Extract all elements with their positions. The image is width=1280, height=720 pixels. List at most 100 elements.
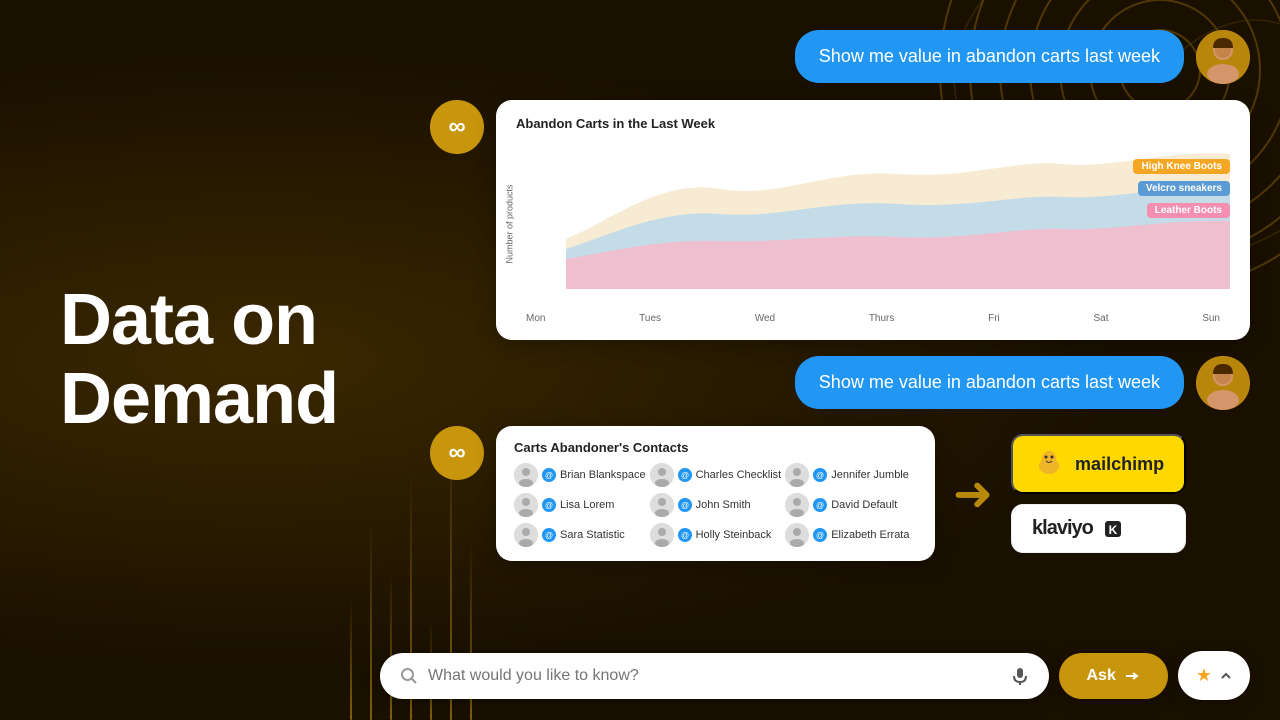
ask-label: Ask — [1087, 667, 1116, 685]
contact-avatar-sara — [514, 523, 538, 547]
mailchimp-label: mailchimp — [1075, 454, 1164, 475]
contact-link-charles: @ — [678, 468, 692, 482]
contact-name-elizabeth: Elizabeth Errata — [831, 529, 909, 541]
chart-response-row: ∞ Abandon Carts in the Last Week Number … — [430, 100, 1250, 340]
contact-avatar-lisa — [514, 493, 538, 517]
x-label-wed: Wed — [755, 313, 775, 324]
mailchimp-button[interactable]: mailchimp — [1011, 434, 1186, 494]
contact-name-lisa: Lisa Lorem — [560, 499, 614, 511]
svg-text:@: @ — [816, 471, 824, 480]
klaviyo-icon: K — [1103, 519, 1123, 539]
search-input[interactable] — [428, 667, 1001, 685]
legend-high-knee-boots: High Knee Boots — [1133, 159, 1230, 174]
contact-link-elizabeth: @ — [813, 528, 827, 542]
klaviyo-label: klaviyo — [1032, 517, 1093, 540]
klaviyo-button[interactable]: klaviyo K — [1011, 504, 1186, 553]
contact-name-brian: Brian Blankspace — [560, 469, 646, 481]
search-icon — [400, 667, 418, 685]
contact-name-holly: Holly Steinback — [696, 529, 772, 541]
contact-avatar-charles — [650, 463, 674, 487]
svg-text:@: @ — [816, 501, 824, 510]
chart-y-label: Number of products — [505, 184, 515, 263]
contact-link-john: @ — [678, 498, 692, 512]
x-label-tues: Tues — [639, 313, 661, 324]
chart-title: Abandon Carts in the Last Week — [516, 116, 1230, 131]
contact-charles: @ Charles Checklist — [650, 463, 782, 487]
infinity-symbol-2: ∞ — [448, 439, 465, 467]
contacts-grid: @ Brian Blankspace @ Charles Checklis — [514, 463, 917, 547]
contact-jennifer: @ Jennifer Jumble — [785, 463, 917, 487]
x-label-fri: Fri — [988, 313, 1000, 324]
microphone-icon[interactable] — [1011, 667, 1029, 685]
contacts-card: Carts Abandoner's Contacts @ Brian Blank… — [496, 426, 935, 561]
chat-row-1: Show me value in abandon carts last week — [430, 30, 1250, 84]
chart-x-labels: Mon Tues Wed Thurs Fri Sat Sun — [516, 313, 1230, 324]
contact-avatar-holly — [650, 523, 674, 547]
contact-avatar-brian — [514, 463, 538, 487]
svg-text:@: @ — [816, 531, 824, 540]
integrations-panel: mailchimp klaviyo K — [1011, 434, 1186, 553]
chat-row-2: Show me value in abandon carts last week — [430, 356, 1250, 410]
chart-svg — [566, 139, 1230, 289]
legend-velcro-sneakers: Velcro sneakers — [1138, 181, 1230, 196]
svg-text:@: @ — [681, 471, 689, 480]
chart-area: Number of products High Knee Boots Velcr… — [516, 139, 1230, 309]
infinity-symbol-1: ∞ — [448, 113, 465, 141]
contact-brian: @ Brian Blankspace — [514, 463, 646, 487]
svg-text:@: @ — [681, 531, 689, 540]
legend-leather-boots: Leather Boots — [1147, 203, 1230, 218]
contact-name-john: John Smith — [696, 499, 751, 511]
hero-title: Data on Demand — [60, 281, 420, 439]
contact-holly: @ Holly Steinback — [650, 523, 782, 547]
contact-link-jennifer: @ — [813, 468, 827, 482]
right-panel: Show me value in abandon carts last week… — [420, 0, 1280, 720]
search-bar — [380, 653, 1049, 699]
contact-lisa: @ Lisa Lorem — [514, 493, 646, 517]
ask-button[interactable]: Ask — [1059, 653, 1168, 699]
mailchimp-icon — [1033, 448, 1065, 480]
contacts-response-row: ∞ Carts Abandoner's Contacts @ Bria — [430, 426, 1250, 561]
bot-icon-1: ∞ — [430, 100, 484, 154]
contacts-row-area: Carts Abandoner's Contacts @ Brian Blank… — [496, 426, 1186, 561]
svg-text:@: @ — [545, 501, 553, 510]
contact-avatar-elizabeth — [785, 523, 809, 547]
contacts-card-title: Carts Abandoner's Contacts — [514, 440, 917, 455]
x-label-sun: Sun — [1202, 313, 1220, 324]
contact-link-david: @ — [813, 498, 827, 512]
user-avatar-1 — [1196, 30, 1250, 84]
contact-sara: @ Sara Statistic — [514, 523, 646, 547]
contact-avatar-david — [785, 493, 809, 517]
svg-text:@: @ — [681, 501, 689, 510]
search-bar-row: Ask ★ — [380, 651, 1250, 700]
chat-bubble-1: Show me value in abandon carts last week — [795, 30, 1184, 83]
chat-bubble-2: Show me value in abandon carts last week — [795, 356, 1184, 409]
contact-avatar-john — [650, 493, 674, 517]
contact-avatar-jennifer — [785, 463, 809, 487]
chevron-up-icon — [1220, 670, 1232, 682]
contact-john: @ John Smith — [650, 493, 782, 517]
contact-name-sara: Sara Statistic — [560, 529, 625, 541]
export-arrow-icon: ➜ — [953, 466, 993, 522]
contact-link-lisa: @ — [542, 498, 556, 512]
ask-arrow-icon — [1124, 668, 1140, 684]
bot-icon-2: ∞ — [430, 426, 484, 480]
svg-text:@: @ — [545, 531, 553, 540]
contact-elizabeth: @ Elizabeth Errata — [785, 523, 917, 547]
x-label-thurs: Thurs — [869, 313, 895, 324]
star-icon: ★ — [1196, 665, 1212, 686]
contact-link-brian: @ — [542, 468, 556, 482]
user-avatar-2 — [1196, 356, 1250, 410]
chart-card: Abandon Carts in the Last Week Number of… — [496, 100, 1250, 340]
svg-text:@: @ — [545, 471, 553, 480]
contact-link-sara: @ — [542, 528, 556, 542]
contact-link-holly: @ — [678, 528, 692, 542]
x-label-mon: Mon — [526, 313, 545, 324]
contact-name-jennifer: Jennifer Jumble — [831, 469, 909, 481]
x-label-sat: Sat — [1093, 313, 1108, 324]
left-panel: Data on Demand — [0, 0, 420, 720]
export-arrow-area: ➜ — [943, 466, 1003, 522]
svg-text:K: K — [1109, 523, 1118, 537]
contact-name-charles: Charles Checklist — [696, 469, 782, 481]
star-button[interactable]: ★ — [1178, 651, 1250, 700]
contact-david: @ David Default — [785, 493, 917, 517]
